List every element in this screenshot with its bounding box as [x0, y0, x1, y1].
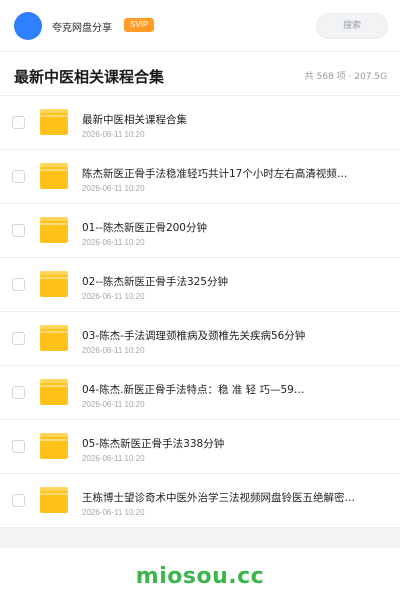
file-date: 2026-06-11 10:20	[82, 346, 145, 355]
page-title: 最新中医相关课程合集	[14, 68, 165, 86]
file-name: 最新中医相关课程合集	[82, 114, 187, 126]
folder-icon	[40, 163, 68, 189]
file-date: 2026-06-11 10:20	[82, 454, 145, 463]
select-checkbox[interactable]	[12, 494, 25, 507]
file-row[interactable]: 陈杰新医正骨手法稳准轻巧共计17个小时左右高清视频… 2026-06-11 10…	[0, 150, 400, 204]
select-checkbox[interactable]	[12, 170, 25, 183]
file-row[interactable]: 王栋博士望诊奇术中医外治学三法视频网盘铃医五绝解密… 2026-06-11 10…	[0, 474, 400, 528]
file-row[interactable]: 03-陈杰-手法调理颈椎病及颈椎先关疾病56分钟 2026-06-11 10:2…	[0, 312, 400, 366]
folder-icon	[40, 271, 68, 297]
file-name: 陈杰新医正骨手法稳准轻巧共计17个小时左右高清视频…	[82, 168, 348, 180]
select-checkbox[interactable]	[12, 224, 25, 237]
file-row[interactable]: 最新中医相关课程合集 2026-06-11 10:20	[0, 96, 400, 150]
file-date: 2026-06-11 10:20	[82, 400, 145, 409]
file-name: 02--陈杰新医正骨手法325分钟	[82, 276, 228, 288]
folder-icon	[40, 433, 68, 459]
folder-icon	[40, 487, 68, 513]
file-row[interactable]: 02--陈杰新医正骨手法325分钟 2026-06-11 10:20	[0, 258, 400, 312]
file-name: 01--陈杰新医正骨200分钟	[82, 222, 207, 234]
site-domain-watermark: miosou.cc	[135, 564, 265, 589]
file-row[interactable]: 05-陈杰新医正骨手法338分钟 2026-06-11 10:20	[0, 420, 400, 474]
item-count-summary: 共 568 项 · 207.5G	[304, 72, 387, 82]
folder-icon	[40, 379, 68, 405]
folder-icon	[40, 325, 68, 351]
select-checkbox[interactable]	[12, 386, 25, 399]
file-date: 2026-06-11 10:20	[82, 184, 145, 193]
svip-badge: SVIP	[124, 18, 155, 32]
file-date: 2026-06-11 10:20	[82, 508, 145, 517]
share-title-bar: 最新中医相关课程合集 共 568 项 · 207.5G	[0, 52, 400, 96]
folder-icon	[40, 109, 68, 135]
file-date: 2026-06-11 10:20	[82, 292, 145, 301]
file-list: 最新中医相关课程合集 2026-06-11 10:20 陈杰新医正骨手法稳准轻巧…	[0, 96, 400, 528]
file-name: 05-陈杰新医正骨手法338分钟	[82, 438, 225, 450]
select-checkbox[interactable]	[12, 440, 25, 453]
file-date: 2026-06-11 10:20	[82, 238, 145, 247]
file-name: 王栋博士望诊奇术中医外治学三法视频网盘铃医五绝解密…	[82, 492, 355, 504]
search-input[interactable]: 搜索	[316, 13, 388, 39]
select-checkbox[interactable]	[12, 332, 25, 345]
app-name: 夸克网盘分享	[52, 23, 112, 34]
file-row[interactable]: 01--陈杰新医正骨200分钟 2026-06-11 10:20	[0, 204, 400, 258]
file-name: 03-陈杰-手法调理颈椎病及颈椎先关疾病56分钟	[82, 330, 306, 342]
select-checkbox[interactable]	[12, 278, 25, 291]
file-name: 04-陈杰.新医正骨手法特点：稳 准 轻 巧—59…	[82, 384, 305, 396]
share-page: 夸克网盘分享 SVIP 搜索 最新中医相关课程合集 共 568 项 · 207.…	[0, 0, 400, 600]
file-row[interactable]: 04-陈杰.新医正骨手法特点：稳 准 轻 巧—59… 2026-06-11 10…	[0, 366, 400, 420]
top-header: 夸克网盘分享 SVIP 搜索	[0, 0, 400, 52]
folder-icon	[40, 217, 68, 243]
avatar[interactable]	[14, 12, 42, 40]
select-checkbox[interactable]	[12, 116, 25, 129]
file-date: 2026-06-11 10:20	[82, 130, 145, 139]
